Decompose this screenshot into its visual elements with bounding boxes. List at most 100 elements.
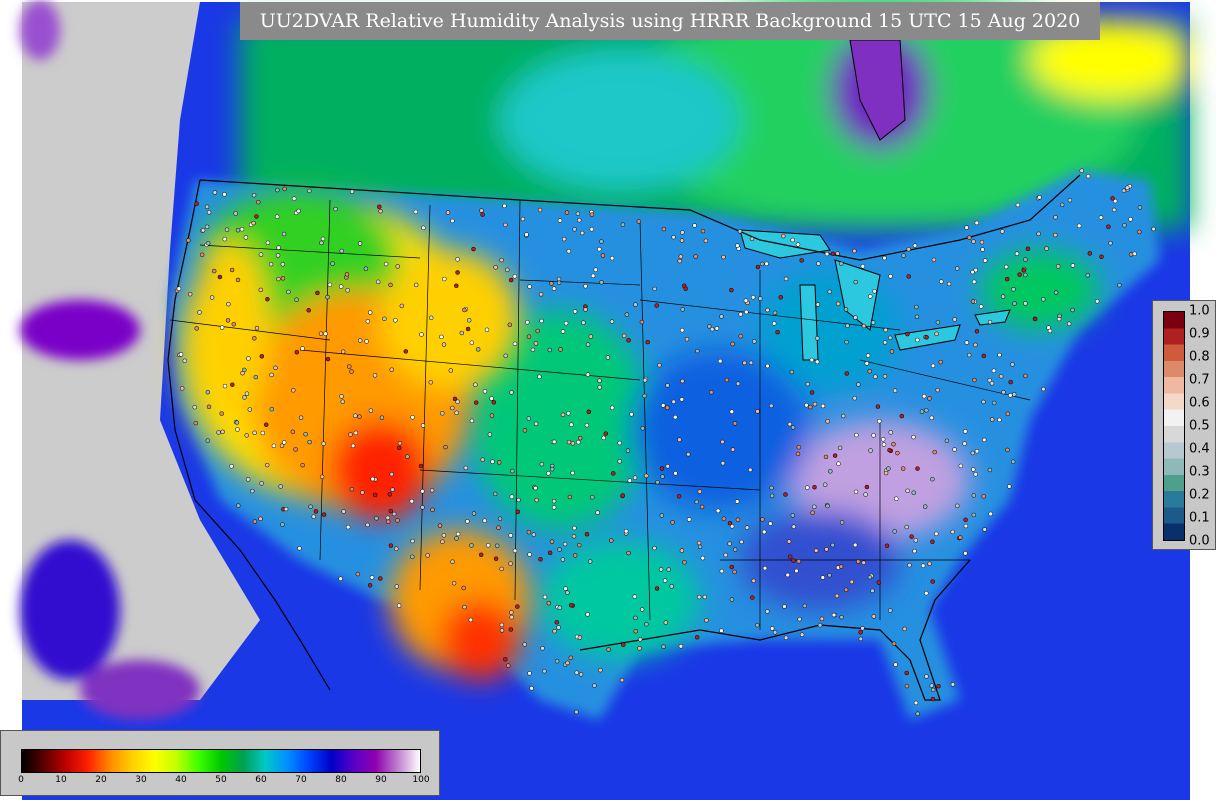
- station-marker: [805, 381, 810, 387]
- station-marker: [1053, 232, 1058, 238]
- station-marker: [489, 413, 495, 418]
- station-marker: [247, 407, 253, 412]
- station-marker: [465, 519, 470, 524]
- station-marker: [661, 644, 666, 649]
- station-marker: [979, 239, 985, 245]
- station-marker: [530, 347, 536, 353]
- station-marker: [790, 513, 796, 518]
- station-marker: [856, 382, 861, 387]
- station-marker: [588, 334, 594, 339]
- map-title: UU2DVAR Relative Humidity Analysis using…: [240, 2, 1100, 40]
- station-marker: [466, 318, 472, 323]
- station-marker: [611, 471, 616, 476]
- station-marker: [323, 331, 328, 336]
- station-marker: [1008, 393, 1013, 398]
- station-marker: [802, 603, 808, 609]
- station-marker: [574, 670, 579, 675]
- station-marker: [1137, 229, 1142, 235]
- station-marker: [865, 353, 871, 358]
- station-marker: [660, 403, 666, 408]
- value-colorbar-gradient: [1163, 311, 1185, 541]
- station-marker: [291, 196, 297, 201]
- station-marker: [907, 562, 912, 568]
- station-marker: [219, 325, 225, 330]
- station-marker: [1008, 379, 1013, 385]
- station-marker: [479, 208, 484, 213]
- station-marker: [455, 531, 461, 537]
- station-marker: [394, 546, 399, 551]
- station-marker: [872, 289, 877, 294]
- station-marker: [974, 329, 980, 334]
- station-marker: [569, 422, 574, 427]
- station-marker: [471, 246, 476, 252]
- station-marker: [491, 400, 497, 405]
- station-marker: [420, 423, 426, 428]
- station-marker: [562, 541, 568, 547]
- station-marker: [791, 558, 796, 563]
- station-marker: [930, 363, 936, 369]
- station-marker: [1106, 224, 1111, 229]
- station-marker: [540, 646, 545, 651]
- station-marker: [785, 572, 790, 578]
- station-marker: [997, 352, 1002, 358]
- station-marker: [627, 478, 633, 483]
- station-marker: [443, 444, 448, 450]
- station-marker: [1025, 246, 1031, 252]
- station-marker: [291, 388, 296, 393]
- station-marker: [769, 485, 774, 491]
- station-marker: [861, 560, 866, 565]
- station-marker: [420, 489, 425, 494]
- station-marker: [697, 489, 703, 494]
- station-marker: [738, 312, 743, 317]
- station-marker: [445, 210, 451, 215]
- station-marker: [1085, 273, 1090, 278]
- station-marker: [873, 374, 878, 379]
- station-marker: [236, 503, 241, 508]
- station-marker: [900, 466, 906, 471]
- station-marker: [574, 709, 579, 715]
- station-marker: [620, 222, 626, 227]
- station-marker: [888, 274, 893, 279]
- station-marker: [913, 538, 919, 543]
- station-marker: [539, 318, 544, 324]
- station-marker: [265, 296, 270, 302]
- station-marker: [560, 329, 566, 334]
- station-marker: [1117, 282, 1122, 288]
- station-marker: [538, 292, 544, 297]
- humidity-tick-label: 70: [295, 775, 307, 785]
- station-marker: [375, 279, 381, 285]
- value-tick-label: 0.8: [1189, 349, 1210, 365]
- station-marker: [629, 412, 634, 417]
- station-marker: [744, 309, 749, 315]
- station-marker: [1037, 195, 1042, 200]
- station-marker: [494, 543, 500, 549]
- station-marker: [484, 327, 490, 333]
- station-marker: [661, 226, 667, 232]
- station-marker: [390, 487, 395, 492]
- value-tick-label: 0.4: [1189, 441, 1210, 457]
- station-marker: [244, 391, 250, 396]
- station-marker: [973, 472, 978, 477]
- station-marker: [639, 319, 645, 325]
- station-marker: [492, 491, 498, 497]
- station-marker: [904, 670, 909, 676]
- station-marker: [330, 261, 335, 266]
- station-marker: [852, 395, 857, 401]
- station-marker: [280, 262, 286, 267]
- station-marker: [220, 429, 225, 435]
- station-marker: [253, 374, 259, 380]
- station-marker: [512, 548, 518, 554]
- humidity-map: [0, 0, 1216, 800]
- station-marker: [930, 476, 935, 482]
- station-marker: [186, 238, 191, 243]
- station-marker: [428, 380, 434, 385]
- station-marker: [294, 297, 299, 302]
- station-marker: [662, 578, 668, 583]
- station-marker: [565, 660, 570, 666]
- station-marker: [946, 281, 952, 287]
- station-marker: [808, 404, 813, 410]
- station-marker: [531, 532, 537, 537]
- station-marker: [441, 342, 447, 347]
- station-marker: [244, 433, 249, 438]
- station-marker: [206, 210, 212, 215]
